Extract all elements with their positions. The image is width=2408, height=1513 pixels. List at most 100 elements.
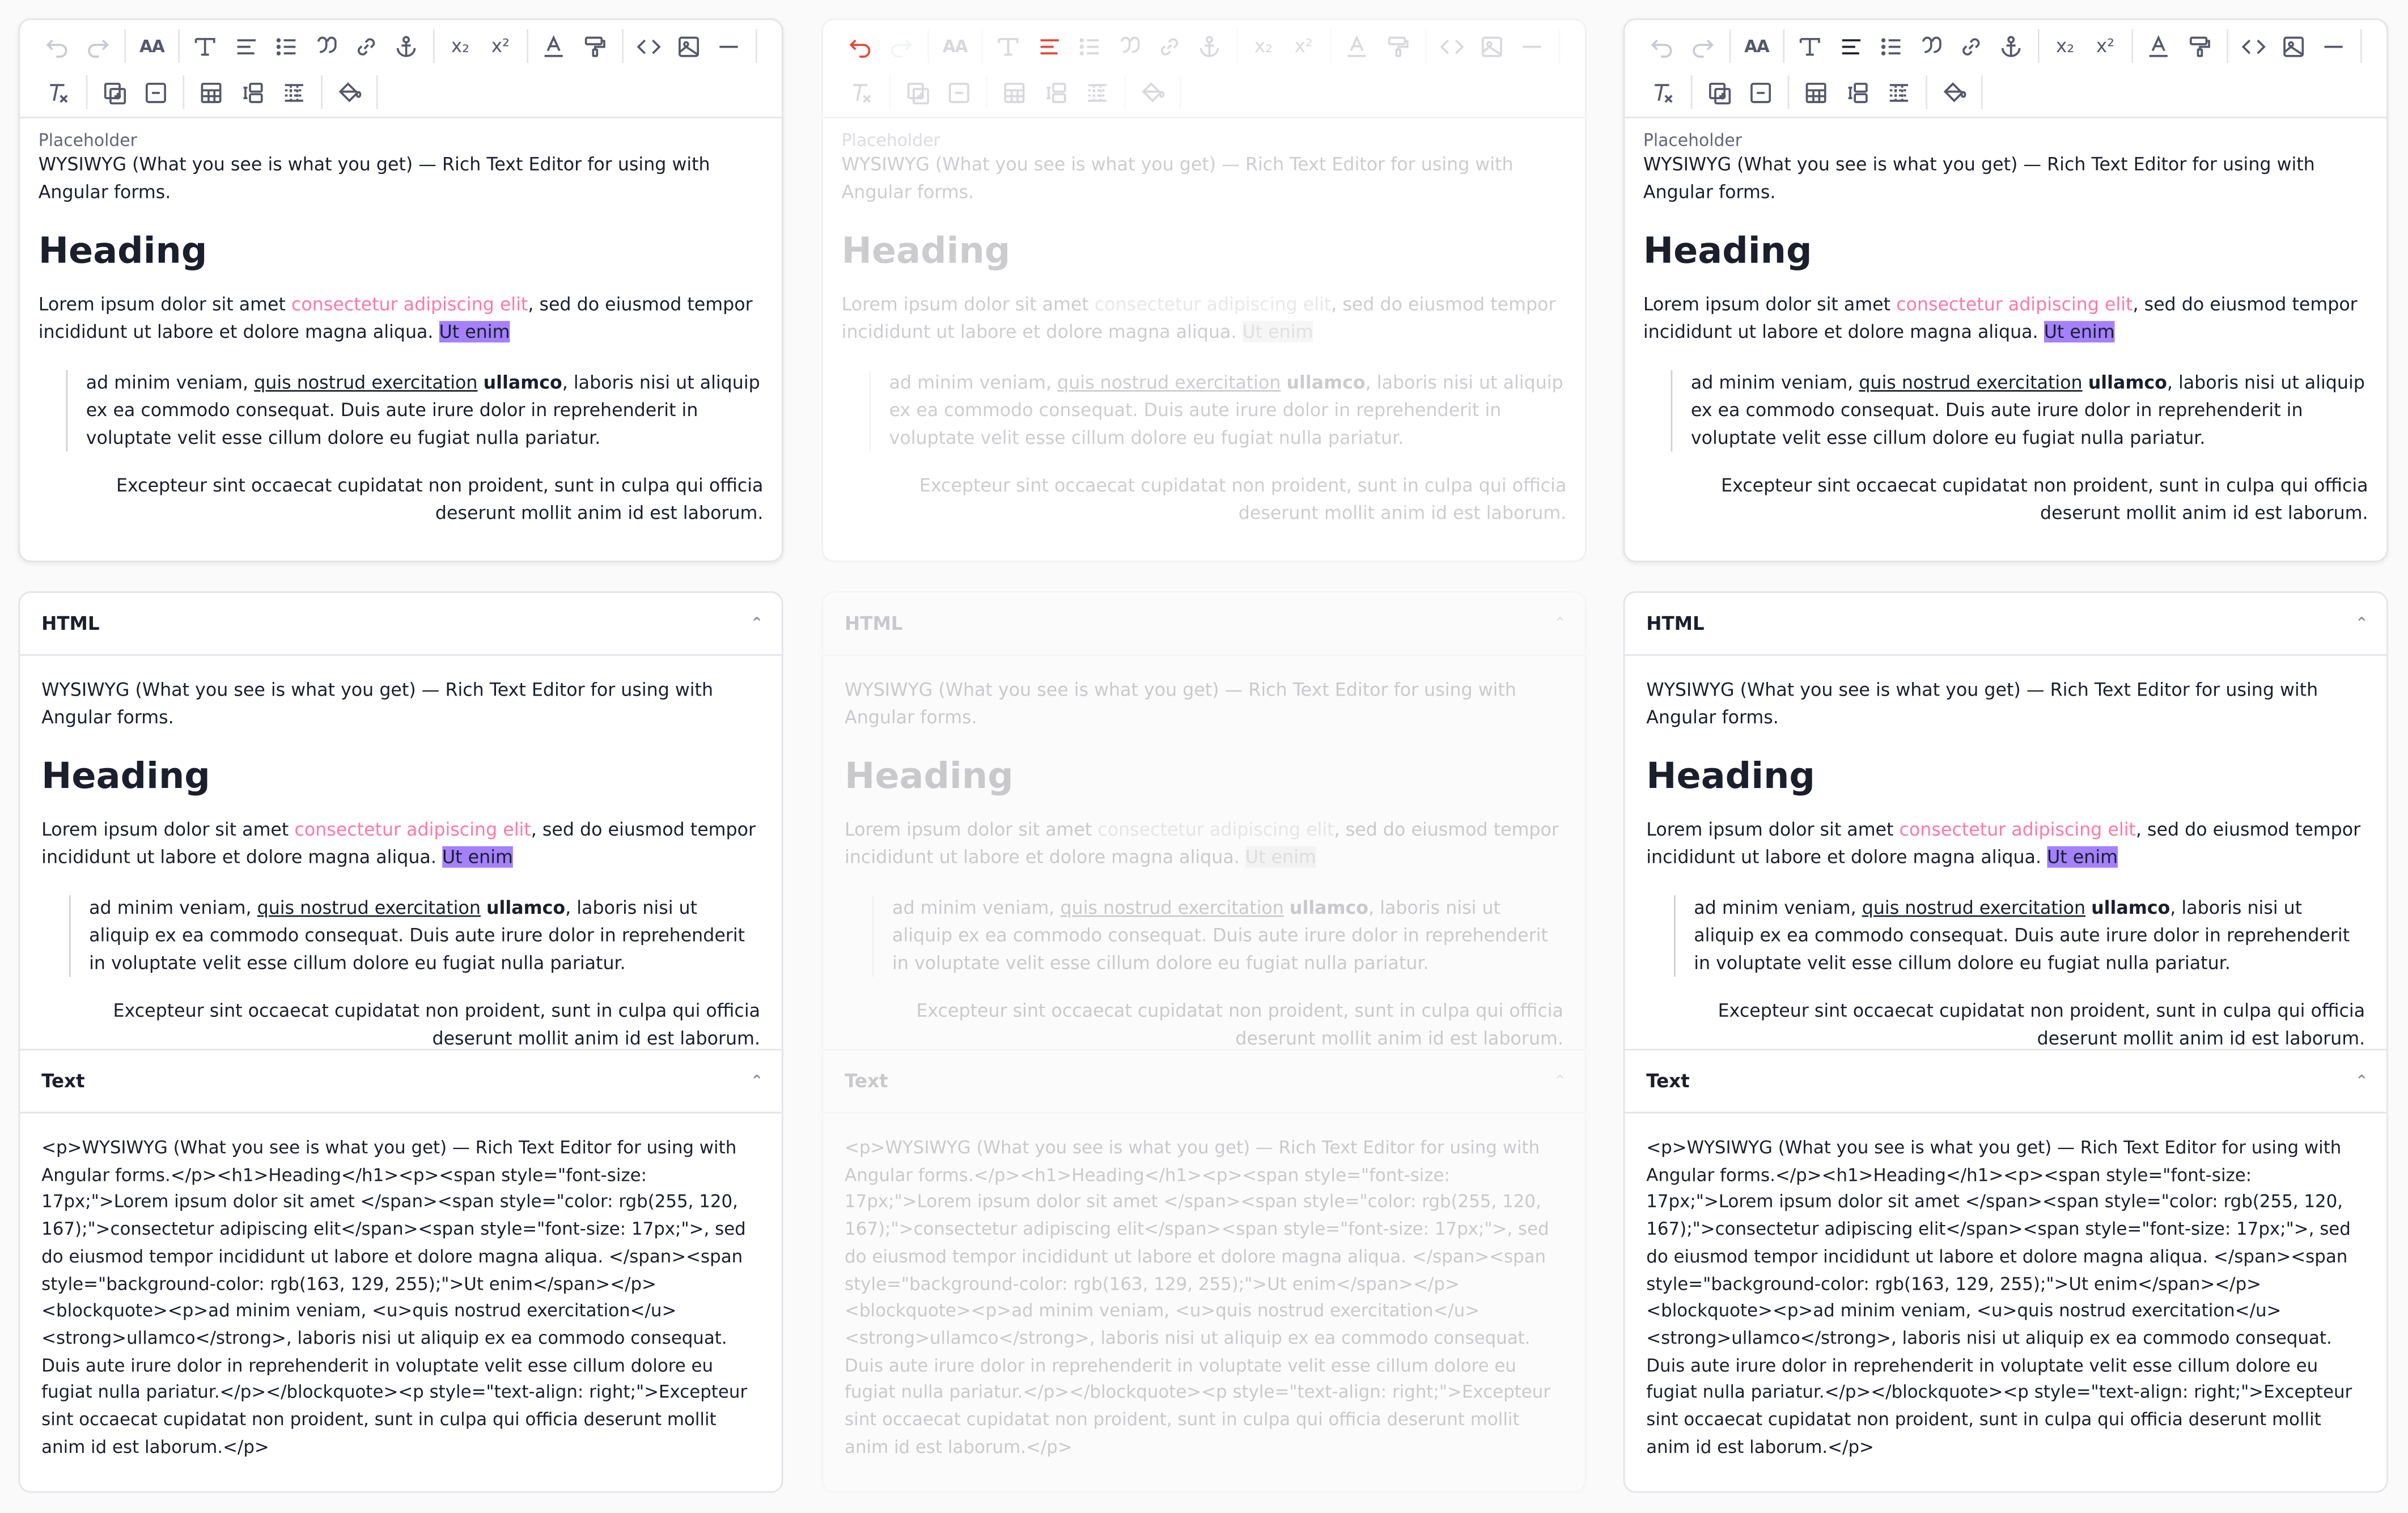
editor-content[interactable]: Placeholder WYSIWYG (What you see is wha…: [1625, 118, 2386, 528]
text-color-icon: [1348, 34, 1367, 57]
subscript-button[interactable]: x₂: [2046, 26, 2084, 66]
remove-cell-button[interactable]: [1740, 72, 1780, 112]
table-button[interactable]: [1795, 72, 1835, 112]
list-button[interactable]: [1872, 26, 1910, 66]
cell-color-button[interactable]: [329, 72, 368, 112]
code-button[interactable]: [2234, 26, 2273, 66]
superscript-button[interactable]: x²: [2086, 26, 2125, 66]
anchor-button[interactable]: [1190, 26, 1229, 66]
list-button[interactable]: [1070, 26, 1108, 66]
redo-button[interactable]: [881, 26, 920, 66]
underlined-text: quis nostrud exercitation: [1859, 372, 2083, 394]
subscript-button[interactable]: x₂: [441, 26, 480, 66]
insert-table-button[interactable]: [94, 72, 133, 112]
text-section-header[interactable]: Text ⌃: [1625, 1050, 2387, 1114]
image-button[interactable]: [669, 26, 708, 66]
paint-format-button[interactable]: [575, 26, 614, 66]
chevron-up-icon: ⌃: [2355, 615, 2368, 632]
font-size-button[interactable]: AA: [936, 26, 974, 66]
anchor-button[interactable]: [1992, 26, 2030, 66]
merge-cells-icon: [1847, 82, 1867, 103]
undo-icon: [849, 39, 871, 57]
horizontal-rule-button[interactable]: [1512, 26, 1551, 66]
merge-cells-button[interactable]: [232, 72, 272, 112]
remove-cell-button[interactable]: [135, 72, 175, 112]
horizontal-rule-button[interactable]: [710, 26, 748, 66]
paragraph-text: Lorem ipsum dolor sit amet: [1643, 293, 1897, 315]
link-icon: [1962, 37, 1980, 55]
list-button[interactable]: [266, 26, 305, 66]
raw-html-text: <p>WYSIWYG (What you see is what you get…: [1646, 1136, 2352, 1457]
table-grid-button[interactable]: [1878, 72, 1918, 112]
image-button[interactable]: [2274, 26, 2313, 66]
paint-format-button[interactable]: [1379, 26, 1417, 66]
toolbar-divider: [1787, 75, 1790, 109]
undo-button[interactable]: [1643, 26, 1682, 66]
superscript-button[interactable]: x²: [1284, 26, 1323, 66]
undo-button[interactable]: [39, 26, 77, 66]
intro-paragraph: WYSIWYG (What you see is what you get) —…: [41, 679, 714, 728]
remove-cell-button[interactable]: [938, 72, 978, 112]
paint-format-button[interactable]: [2180, 26, 2219, 66]
text-section-header[interactable]: Text ⌃: [20, 1050, 782, 1114]
table-button[interactable]: [190, 72, 230, 112]
insert-table-button[interactable]: [1698, 72, 1738, 112]
horizontal-rule-button[interactable]: [2314, 26, 2353, 66]
html-section-header[interactable]: HTML ⌃: [1625, 593, 2387, 656]
link-button[interactable]: [1150, 26, 1189, 66]
lorem-paragraph: Lorem ipsum dolor sit amet consectetur a…: [1646, 817, 2365, 871]
text-color-button[interactable]: [1338, 26, 1377, 66]
text-section-header[interactable]: Text ⌃: [823, 1050, 1585, 1114]
cell-color-button[interactable]: [1132, 72, 1172, 112]
text-style-button[interactable]: [990, 26, 1028, 66]
html-preview: WYSIWYG (What you see is what you get) —…: [1625, 656, 2387, 1051]
align-button[interactable]: [1832, 26, 1870, 66]
quote-button[interactable]: [307, 26, 345, 66]
image-icon: [2283, 36, 2304, 57]
table-grid-button[interactable]: [273, 72, 313, 112]
editor-content[interactable]: Placeholder WYSIWYG (What you see is wha…: [20, 118, 782, 528]
table-grid-button[interactable]: [1076, 72, 1116, 112]
clear-format-button[interactable]: [1643, 72, 1683, 112]
undo-button[interactable]: [842, 26, 880, 66]
font-size-button[interactable]: AA: [1737, 26, 1776, 66]
code-button[interactable]: [1432, 26, 1471, 66]
redo-button[interactable]: [79, 26, 117, 66]
clear-format-button[interactable]: [842, 72, 881, 112]
html-preview: WYSIWYG (What you see is what you get) —…: [823, 656, 1585, 1051]
text-style-button[interactable]: [186, 26, 225, 66]
align-button[interactable]: [1030, 26, 1069, 66]
subscript-button[interactable]: x₂: [1244, 26, 1283, 66]
table-button[interactable]: [994, 72, 1033, 112]
cell-color-button[interactable]: [1934, 72, 1973, 112]
bold-text: ullamco: [1286, 372, 1366, 394]
html-section-header[interactable]: HTML ⌃: [20, 593, 782, 656]
superscript-icon: x²: [2096, 35, 2115, 57]
align-button[interactable]: [227, 26, 265, 66]
text-style-icon: [998, 37, 1019, 55]
link-button[interactable]: [1952, 26, 1990, 66]
toolbar-divider: [376, 75, 378, 109]
raw-html-text: <p>WYSIWYG (What you see is what you get…: [845, 1136, 1551, 1457]
insert-table-button[interactable]: [897, 72, 936, 112]
redo-button[interactable]: [1684, 26, 1722, 66]
editor-content[interactable]: Placeholder WYSIWYG (What you see is wha…: [823, 118, 1585, 528]
text-style-button[interactable]: [1791, 26, 1830, 66]
merge-cells-button[interactable]: [1035, 72, 1075, 112]
anchor-button[interactable]: [387, 26, 426, 66]
clear-format-button[interactable]: [39, 72, 78, 112]
code-button[interactable]: [629, 26, 668, 66]
html-section-header[interactable]: HTML ⌃: [823, 593, 1585, 656]
text-color-button[interactable]: [535, 26, 574, 66]
font-size-button[interactable]: AA: [133, 26, 171, 66]
text-color-button[interactable]: [2140, 26, 2178, 66]
superscript-button[interactable]: x²: [481, 26, 520, 66]
image-button[interactable]: [1473, 26, 1511, 66]
quote-button[interactable]: [1911, 26, 1950, 66]
link-button[interactable]: [347, 26, 385, 66]
quote-button[interactable]: [1110, 26, 1148, 66]
quote-text: [1284, 897, 1290, 919]
highlighted-text: Ut enim: [1242, 320, 1313, 342]
merge-cells-button[interactable]: [1837, 72, 1876, 112]
intro-paragraph: WYSIWYG (What you see is what you get) —…: [841, 153, 1514, 202]
